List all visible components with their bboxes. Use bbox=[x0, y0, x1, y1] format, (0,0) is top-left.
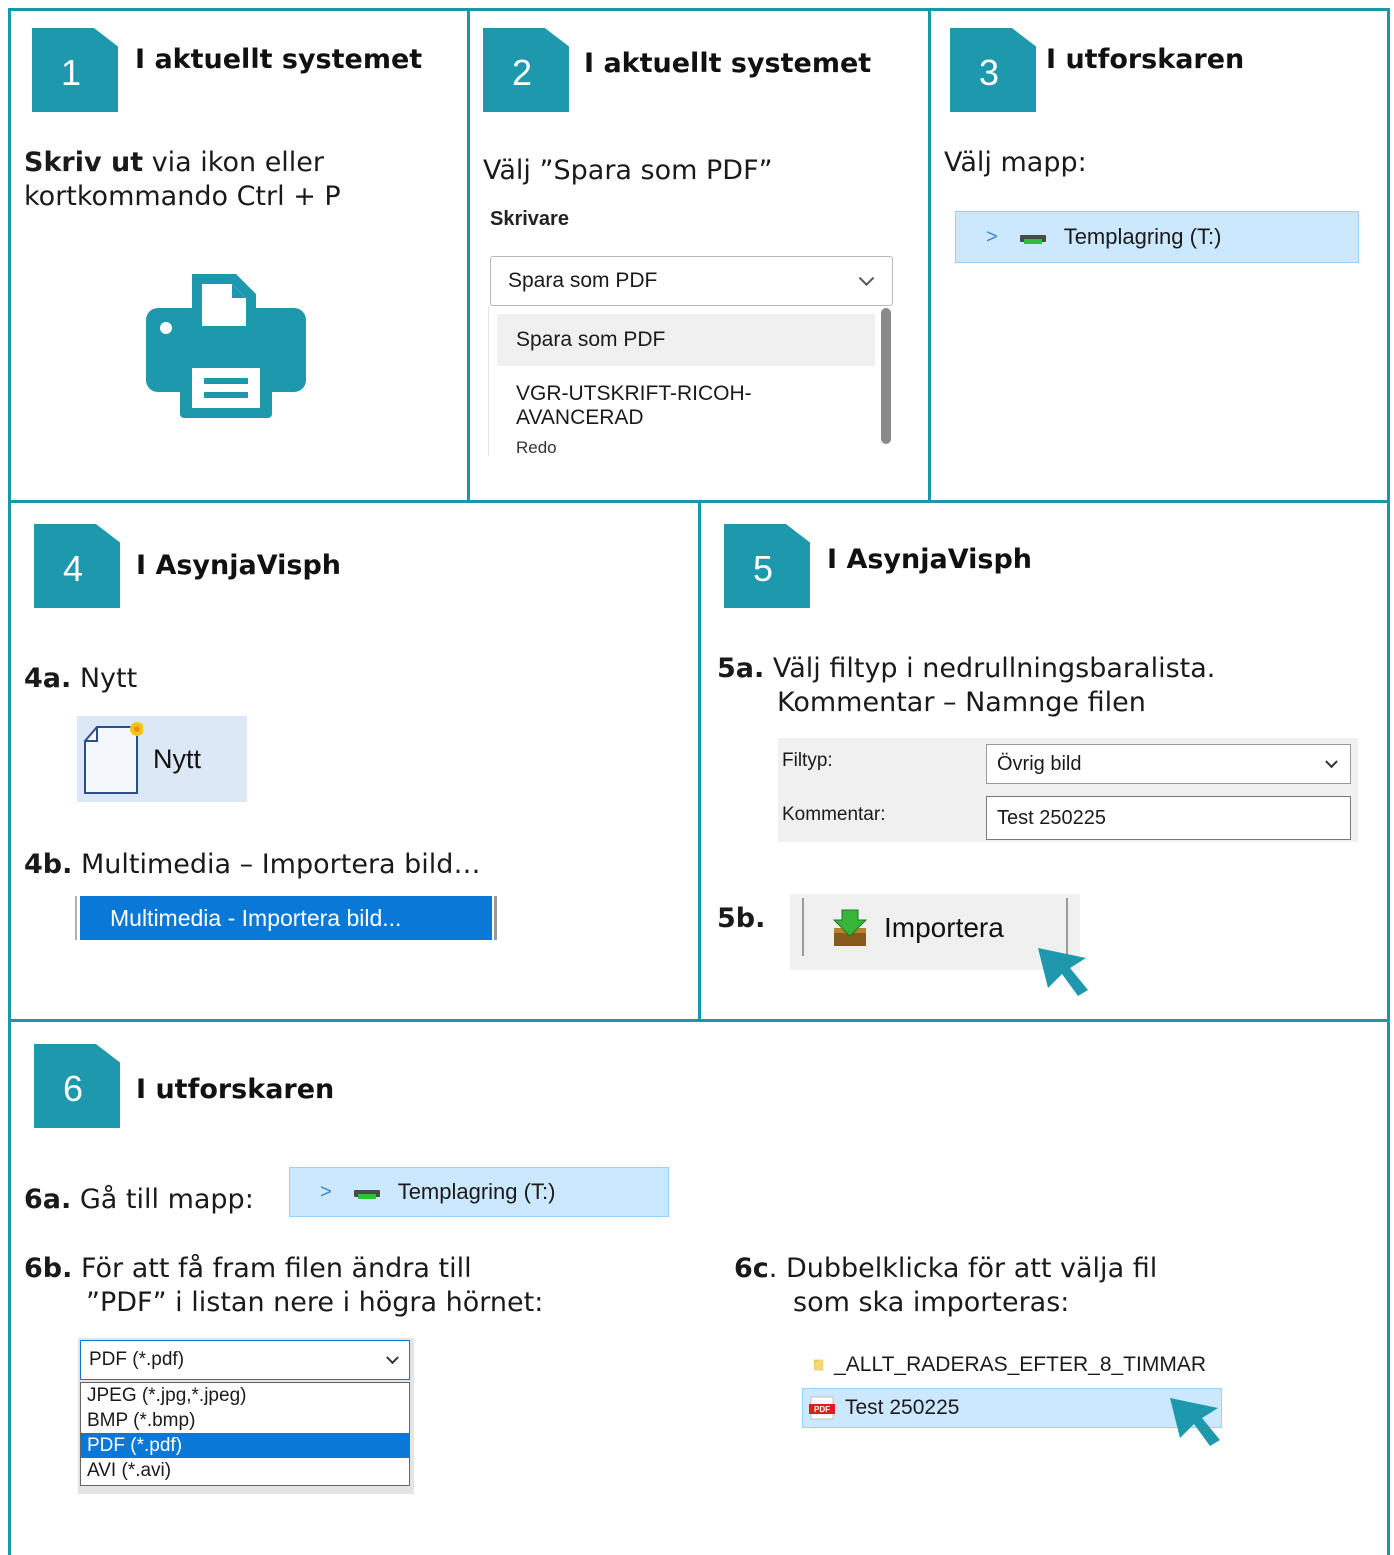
step-1-text-2: kortkommando Ctrl + P bbox=[24, 181, 341, 212]
step-5a-text-2: Kommentar – Namnge filen bbox=[777, 687, 1146, 718]
comment-input[interactable]: Test 250225 bbox=[986, 796, 1351, 840]
filter-option[interactable]: PDF (*.pdf) bbox=[81, 1433, 409, 1458]
step-number-3: 3 bbox=[950, 28, 1036, 112]
printer-dropdown[interactable]: Spara som PDF bbox=[490, 256, 893, 306]
file-filter-select[interactable]: PDF (*.pdf) bbox=[80, 1340, 410, 1380]
chevron-right-icon: > bbox=[320, 1180, 332, 1203]
new-document-icon bbox=[84, 722, 143, 794]
pdf-file-icon: PDF bbox=[809, 1396, 835, 1420]
step-2-heading: I aktuellt systemet bbox=[584, 48, 872, 79]
chevron-down-icon bbox=[386, 1351, 399, 1365]
import-image-menu-item[interactable]: Multimedia - Importera bild... bbox=[80, 896, 492, 940]
step-4a-text: 4a. Nytt bbox=[24, 663, 138, 694]
step-6b-text-2: ”PDF” i listan nere i högra hörnet: bbox=[86, 1287, 544, 1318]
cursor-arrow-icon bbox=[1170, 1398, 1220, 1446]
filter-option[interactable]: AVI (*.avi) bbox=[81, 1458, 409, 1483]
printer-label: Skrivare bbox=[490, 208, 569, 230]
printer-icon bbox=[146, 274, 306, 418]
svg-text:PDF: PDF bbox=[814, 1405, 830, 1414]
folder-tree-item[interactable]: > Templagring (T:) bbox=[955, 211, 1359, 263]
step-2-text: Välj ”Spara som PDF” bbox=[483, 155, 773, 186]
toolbar-separator bbox=[802, 898, 804, 956]
step-3-text: Välj mapp: bbox=[944, 147, 1087, 178]
scrollbar[interactable] bbox=[881, 308, 891, 444]
chevron-down-icon bbox=[1325, 755, 1338, 769]
step-6b-text: 6b. För att få fram filen ändra till bbox=[24, 1253, 472, 1284]
menu-right-edge bbox=[494, 896, 497, 940]
drive-icon bbox=[353, 1185, 380, 1199]
printer-option[interactable]: Spara som PDF bbox=[497, 314, 875, 366]
divider bbox=[467, 8, 470, 502]
step-6c-text: 6c. Dubbelklicka för att välja fil bbox=[734, 1253, 1158, 1284]
step-number-2: 2 bbox=[483, 28, 569, 112]
step-1-heading: I aktuellt systemet bbox=[135, 44, 423, 75]
step-number-6: 6 bbox=[34, 1044, 120, 1128]
filter-option[interactable]: BMP (*.bmp) bbox=[81, 1408, 409, 1433]
divider bbox=[698, 500, 701, 1022]
filetype-label: Filtyp: bbox=[782, 750, 833, 771]
step-1-text: Skriv ut via ikon eller bbox=[24, 147, 325, 178]
printer-options-list: Spara som PDF VGR-UTSKRIFT-RICOH-AVANCER… bbox=[488, 306, 906, 457]
import-button[interactable]: Importera bbox=[820, 902, 1060, 954]
step-6c-text-2: som ska importeras: bbox=[793, 1287, 1070, 1318]
divider bbox=[928, 8, 931, 502]
chevron-down-icon bbox=[858, 270, 875, 287]
file-form: Filtyp: Övrig bild Kommentar: Test 25022… bbox=[778, 738, 1358, 842]
step-number-5: 5 bbox=[724, 524, 810, 608]
folder-tree-item[interactable]: > Templagring (T:) bbox=[289, 1167, 669, 1217]
step-5a-text: 5a. Välj filtyp i nedrullningsbaralista. bbox=[717, 653, 1216, 684]
drive-icon bbox=[1019, 230, 1046, 244]
folder-icon bbox=[814, 1359, 824, 1371]
step-number-1: 1 bbox=[32, 28, 118, 112]
step-6-heading: I utforskaren bbox=[136, 1074, 335, 1105]
printer-option[interactable]: VGR-UTSKRIFT-RICOH-AVANCERAD Redo bbox=[497, 376, 875, 457]
print-keyword: Skriv ut bbox=[24, 147, 144, 178]
file-filter-list: JPEG (*.jpg,*.jpeg) BMP (*.bmp) PDF (*.p… bbox=[80, 1382, 410, 1486]
divider bbox=[8, 1019, 1390, 1022]
import-icon bbox=[832, 909, 868, 946]
filter-option[interactable]: JPEG (*.jpg,*.jpeg) bbox=[81, 1383, 409, 1408]
cursor-arrow-icon bbox=[1038, 948, 1088, 996]
chevron-right-icon: > bbox=[986, 225, 998, 248]
new-button[interactable]: Nytt bbox=[77, 716, 247, 802]
comment-label: Kommentar: bbox=[782, 804, 886, 825]
step-5-heading: I AsynjaVisph bbox=[827, 544, 1033, 575]
file-item[interactable]: _ALLT_RADERAS_EFTER_8_TIMMAR bbox=[806, 1346, 1206, 1384]
step-number-4: 4 bbox=[34, 524, 120, 608]
step-4-heading: I AsynjaVisph bbox=[136, 550, 342, 581]
step-5b-label: 5b. bbox=[717, 903, 766, 934]
filetype-select[interactable]: Övrig bild bbox=[986, 744, 1351, 784]
step-3-heading: I utforskaren bbox=[1046, 44, 1245, 75]
file-item[interactable]: PDF Test 250225 bbox=[802, 1388, 1222, 1428]
step-6a-text: 6a. Gå till mapp: bbox=[24, 1184, 254, 1215]
menu-left-edge bbox=[75, 896, 77, 940]
file-filter-dropdown: PDF (*.pdf) JPEG (*.jpg,*.jpeg) BMP (*.b… bbox=[78, 1338, 414, 1494]
step-4b-text: 4b. Multimedia – Importera bild… bbox=[24, 849, 481, 880]
file-list: _ALLT_RADERAS_EFTER_8_TIMMAR PDF Test 25… bbox=[802, 1346, 1222, 1432]
